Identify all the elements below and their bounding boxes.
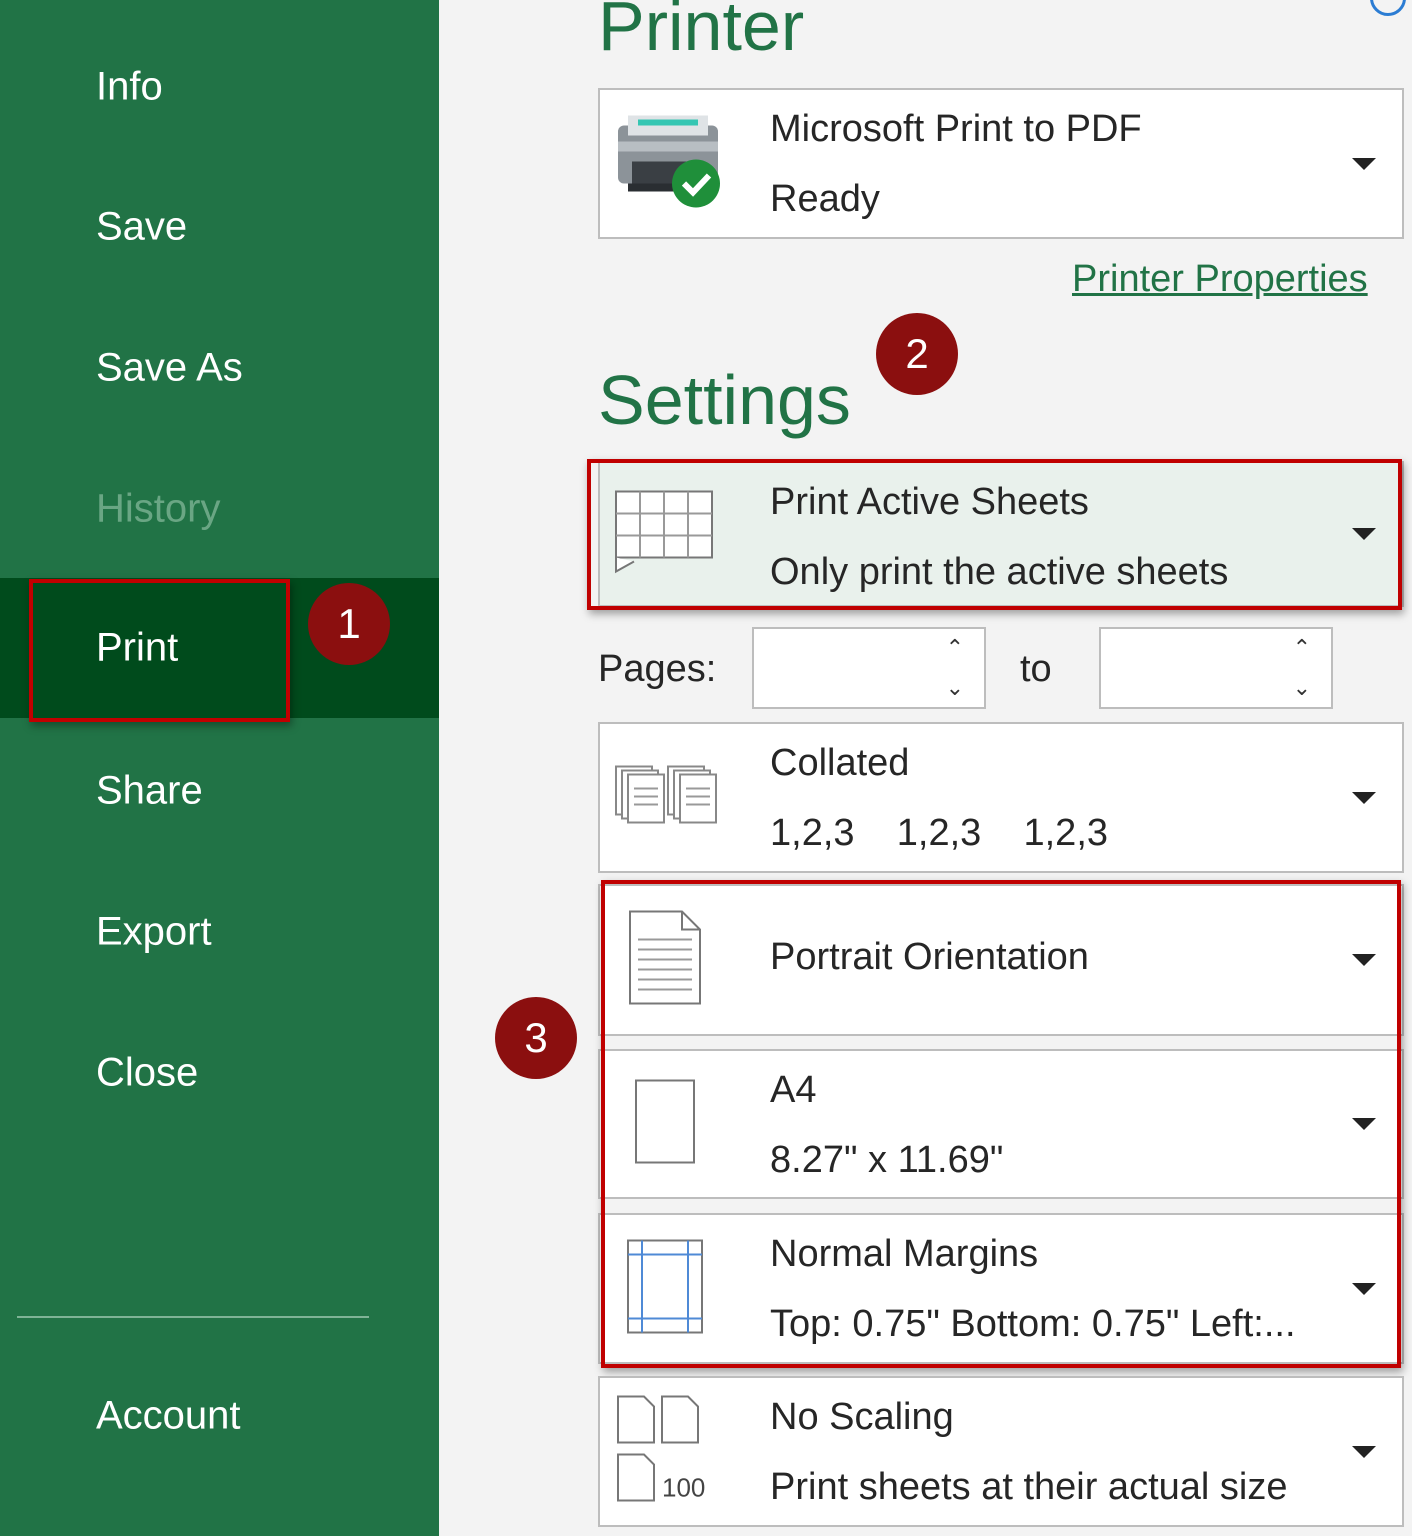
nav-account-label: Account bbox=[96, 1393, 241, 1438]
spin-up-icon[interactable]: ⌃ bbox=[946, 635, 964, 661]
collation-subtitle: 1,2,3 1,2,3 1,2,3 bbox=[770, 812, 1109, 854]
pages-to-input[interactable]: ⌃ ⌄ bbox=[1099, 627, 1333, 709]
step-3-badge: 3 bbox=[495, 997, 577, 1079]
nav-export[interactable]: Export bbox=[0, 862, 439, 1002]
pages-to-label: to bbox=[1020, 648, 1052, 690]
nav-history-label: History bbox=[96, 486, 221, 531]
spin-down-icon[interactable]: ⌄ bbox=[946, 675, 964, 701]
pages-from-input[interactable]: ⌃ ⌄ bbox=[752, 627, 986, 709]
print-highlight-box bbox=[29, 579, 290, 722]
sidebar-divider bbox=[17, 1316, 369, 1318]
nav-close-label: Close bbox=[96, 1050, 199, 1095]
nav-history: History bbox=[0, 439, 439, 579]
nav-save-as[interactable]: Save As bbox=[0, 298, 439, 438]
nav-export-label: Export bbox=[96, 909, 212, 954]
collated-icon bbox=[614, 764, 718, 831]
scaling-icon: 100 bbox=[616, 1394, 736, 1509]
printer-icon bbox=[614, 113, 726, 214]
printer-dropdown[interactable]: Microsoft Print to PDF Ready bbox=[598, 88, 1404, 239]
nav-save-label: Save bbox=[96, 204, 188, 249]
pages-label: Pages: bbox=[598, 648, 717, 690]
backstage-sidebar: Info Save Save As History Print Share Ex… bbox=[0, 0, 439, 1536]
collation-title: Collated bbox=[770, 742, 910, 784]
page-setup-highlight-box bbox=[601, 880, 1401, 1368]
nav-save[interactable]: Save bbox=[0, 157, 439, 297]
step-1-badge: 1 bbox=[308, 583, 390, 665]
nav-info-label: Info bbox=[96, 64, 163, 109]
nav-close[interactable]: Close bbox=[0, 1003, 439, 1143]
printer-name: Microsoft Print to PDF bbox=[770, 108, 1142, 150]
printer-heading: Printer bbox=[598, 0, 805, 65]
help-icon[interactable] bbox=[1370, 0, 1406, 16]
nav-info[interactable]: Info bbox=[0, 17, 439, 157]
printer-status: Ready bbox=[770, 178, 880, 220]
chevron-down-icon bbox=[1352, 157, 1376, 170]
printer-properties-link[interactable]: Printer Properties bbox=[1072, 258, 1368, 301]
scaling-title: No Scaling bbox=[770, 1396, 954, 1438]
spin-down-icon[interactable]: ⌄ bbox=[1293, 675, 1311, 701]
chevron-down-icon bbox=[1352, 1445, 1376, 1458]
settings-highlight-box bbox=[587, 459, 1402, 610]
spin-up-icon[interactable]: ⌃ bbox=[1293, 635, 1311, 661]
scaling-icon-text: 100 bbox=[662, 1472, 705, 1502]
step-2-badge: 2 bbox=[876, 313, 958, 395]
scaling-dropdown[interactable]: 100 No Scaling Print sheets at their act… bbox=[598, 1376, 1404, 1527]
chevron-down-icon bbox=[1352, 791, 1376, 804]
settings-heading: Settings bbox=[598, 361, 851, 439]
nav-account[interactable]: Account bbox=[0, 1346, 439, 1486]
collation-dropdown[interactable]: Collated 1,2,3 1,2,3 1,2,3 bbox=[598, 722, 1404, 873]
nav-save-as-label: Save As bbox=[96, 345, 243, 390]
nav-share-label: Share bbox=[96, 768, 203, 813]
scaling-subtitle: Print sheets at their actual size bbox=[770, 1466, 1288, 1508]
nav-share[interactable]: Share bbox=[0, 721, 439, 861]
